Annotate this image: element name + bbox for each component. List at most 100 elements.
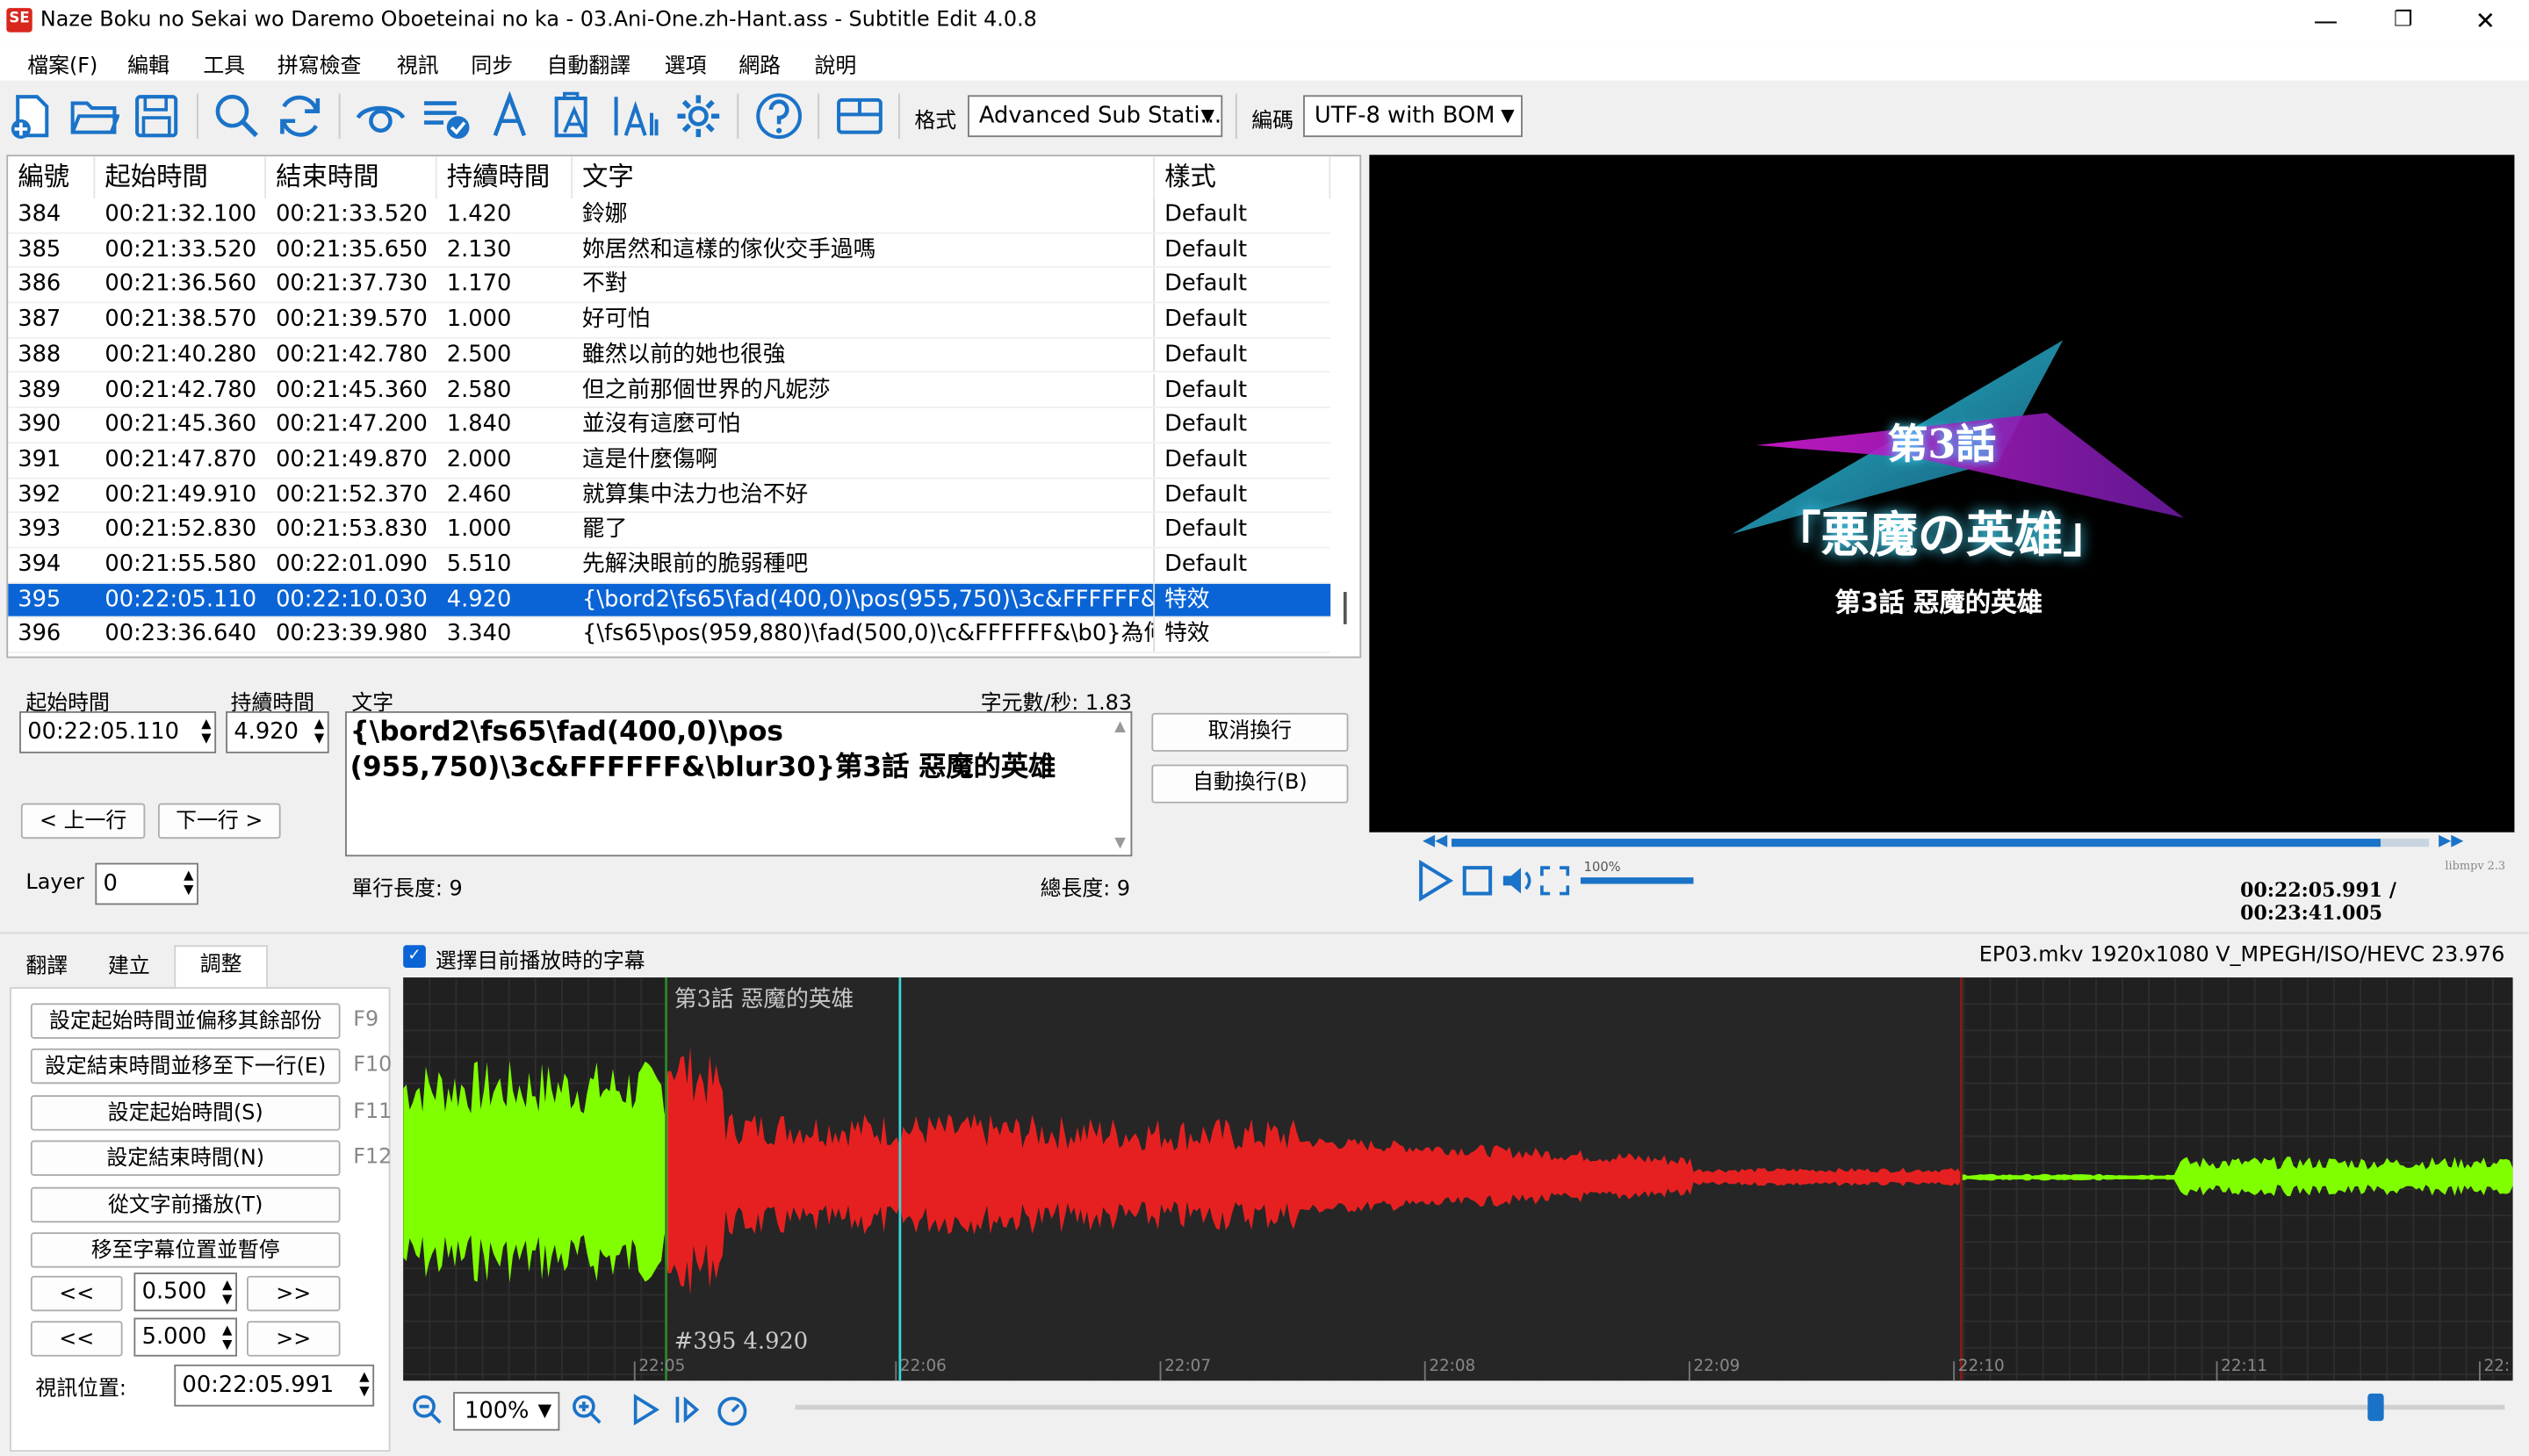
ocr-icon[interactable] (548, 90, 600, 142)
menu-sync[interactable]: 同步 (471, 48, 513, 79)
format-select[interactable]: Advanced Sub Stati... ▼ (968, 95, 1223, 138)
unbreak-button[interactable]: 取消換行 (1151, 712, 1349, 752)
menu-help[interactable]: 說明 (815, 48, 857, 79)
restore-button[interactable]: ❐ (2366, 0, 2439, 42)
table-row[interactable]: 387 00:21:38.570 00:21:39.570 1.000 好可怕 Defau… (8, 303, 1331, 339)
col-header-style[interactable]: 樣式 (1155, 156, 1331, 198)
table-row[interactable]: 385 00:21:33.520 00:21:35.650 2.130 妳居然和這樣的傢… (8, 233, 1331, 269)
fwd-large-button[interactable]: >> (247, 1321, 341, 1357)
fwd-small-button[interactable]: >> (247, 1275, 341, 1312)
volume-slider[interactable] (1580, 877, 1694, 884)
adjust-button-3[interactable]: 設定結束時間(N) (30, 1140, 341, 1177)
adjust-button-1[interactable]: 設定結束時間並移至下一行(E) (30, 1049, 341, 1085)
col-header-duration[interactable]: 持續時間 (436, 156, 573, 198)
start-time-field[interactable]: 00:22:05.110 ▲ ▼ (19, 710, 217, 753)
grid-scrollbar[interactable] (1330, 198, 1360, 657)
scrollbar-thumb[interactable] (1343, 592, 1347, 624)
menu-network[interactable]: 網路 (739, 48, 781, 79)
volume-icon[interactable] (1500, 863, 1535, 898)
spinner-arrows-icon[interactable]: ▲ ▼ (184, 868, 193, 897)
adjust-button-5[interactable]: 移至字幕位置並暫停 (30, 1232, 341, 1268)
menu-edit[interactable]: 編輯 (127, 48, 169, 79)
character-icon[interactable] (484, 90, 536, 142)
table-row[interactable]: 392 00:21:49.910 00:21:52.370 2.460 就算集中法力也治… (8, 478, 1331, 514)
col-header-text[interactable]: 文字 (573, 156, 1156, 198)
find-icon[interactable] (212, 90, 263, 142)
spinner-arrows-icon[interactable]: ▲ ▼ (222, 1323, 232, 1351)
splitter[interactable] (0, 932, 2529, 934)
replace-icon[interactable] (274, 90, 326, 142)
spell-check-icon[interactable] (420, 90, 472, 142)
stop-icon[interactable] (1461, 864, 1494, 897)
table-row[interactable]: 388 00:21:40.280 00:21:42.780 2.500 雖然以前的她也很… (8, 338, 1331, 374)
forward-icon[interactable]: ▶▶ (2439, 833, 2463, 850)
col-header-start[interactable]: 起始時間 (95, 156, 267, 198)
subtitle-grid[interactable]: 編號 起始時間 結束時間 持續時間 文字 樣式 384 00:21:32.100 0… (6, 155, 1362, 659)
save-icon[interactable] (131, 90, 183, 142)
subtitle-text-editor[interactable]: {\bord2\fs65\fad(400,0)\pos (955,750)\3c… (345, 710, 1133, 857)
help-icon[interactable] (753, 90, 805, 142)
auto-break-button[interactable]: 自動換行(B) (1151, 764, 1349, 804)
spinner-arrows-icon[interactable]: ▲ ▼ (201, 716, 211, 745)
minimize-button[interactable]: — (2288, 0, 2362, 42)
step-large-field[interactable]: 5.000 ▲ ▼ (133, 1317, 237, 1357)
rewind-icon[interactable]: ◀◀ (1423, 833, 1447, 850)
checkbox-icon[interactable]: ✓ (403, 945, 426, 969)
waveform-position-slider[interactable] (795, 1404, 2505, 1410)
visual-sync-icon[interactable] (355, 90, 407, 142)
tab-translate[interactable]: 翻譯 (13, 948, 81, 987)
table-row[interactable]: 389 00:21:42.780 00:21:45.360 2.580 但之前那個世界的… (8, 373, 1331, 409)
spinner-arrows-icon[interactable]: ▲ ▼ (359, 1369, 369, 1398)
col-header-number[interactable]: 編號 (8, 156, 96, 198)
audio-waveform[interactable]: 第3話 惡魔的英雄 #395 4.920 22:05 22:06 22:07 22:0… (403, 977, 2513, 1381)
step-small-field[interactable]: 0.500 ▲ ▼ (133, 1272, 237, 1312)
scroll-up-icon[interactable]: ▲ (1114, 719, 1126, 735)
table-row[interactable]: 395 00:22:05.110 00:22:10.030 4.920 {\bord2\… (8, 583, 1331, 619)
spinner-arrows-icon[interactable]: ▲ ▼ (222, 1278, 232, 1307)
adjust-button-2[interactable]: 設定起始時間(S) (30, 1094, 341, 1131)
video-seekbar[interactable] (1452, 839, 2430, 847)
zoom-out-icon[interactable] (411, 1394, 443, 1426)
table-row[interactable]: 384 00:21:32.100 00:21:33.520 1.420 鈴娜 Defaul… (8, 198, 1331, 234)
prev-line-button[interactable]: < 上一行 (20, 803, 146, 840)
adjust-button-0[interactable]: 設定起始時間並偏移其餘部份 (30, 1003, 341, 1039)
menu-autotranslate[interactable]: 自動翻譯 (547, 48, 631, 79)
menu-tools[interactable]: 工具 (203, 48, 245, 79)
table-row[interactable]: 391 00:21:47.870 00:21:49.870 2.000 這是什麼傷啊 De… (8, 443, 1331, 479)
next-line-button[interactable]: 下一行 > (157, 803, 281, 840)
table-row[interactable]: 386 00:21:36.560 00:21:37.730 1.170 不對 Defaul… (8, 268, 1331, 304)
menu-file[interactable]: 檔案(F) (27, 48, 97, 79)
settings-icon[interactable] (673, 90, 724, 142)
table-row[interactable]: 390 00:21:45.360 00:21:47.200 1.840 並沒有這麼可怕 D… (8, 408, 1331, 443)
menu-video[interactable]: 視訊 (397, 48, 439, 79)
back-large-button[interactable]: << (30, 1321, 123, 1357)
play-icon[interactable] (1415, 860, 1457, 902)
table-row[interactable]: 393 00:21:52.830 00:21:53.830 1.000 罷了 Defaul… (8, 513, 1331, 549)
fix-errors-icon[interactable] (609, 90, 661, 142)
table-row[interactable]: 394 00:21:55.580 00:22:01.090 5.510 先解決眼前的脆弱… (8, 548, 1331, 584)
encoding-select[interactable]: UTF-8 with BOM ▼ (1303, 95, 1523, 138)
layout-icon[interactable] (834, 90, 886, 142)
fullscreen-icon[interactable] (1538, 864, 1571, 897)
close-button[interactable]: ✕ (2448, 0, 2522, 42)
layer-field[interactable]: 0 ▲ ▼ (95, 862, 198, 905)
tab-create[interactable]: 建立 (94, 948, 165, 987)
spinner-arrows-icon[interactable]: ▲ ▼ (314, 716, 324, 745)
new-file-icon[interactable] (5, 90, 57, 142)
menu-spellcheck[interactable]: 拼寫檢查 (277, 48, 362, 79)
table-row[interactable]: 396 00:23:36.640 00:23:39.980 3.340 {\fs65\p… (8, 618, 1331, 654)
play-selection-icon[interactable] (629, 1394, 661, 1426)
duration-field[interactable]: 4.920 ▲ ▼ (226, 710, 329, 753)
speed-icon[interactable] (715, 1392, 750, 1427)
back-small-button[interactable]: << (30, 1275, 123, 1312)
video-player[interactable]: 第3話 「悪魔の英雄」 第3話 惡魔的英雄 (1369, 155, 2515, 833)
adjust-button-4[interactable]: 從文字前播放(T) (30, 1186, 341, 1222)
zoom-select[interactable]: 100% ▼ (453, 1392, 560, 1431)
tab-adjust[interactable]: 調整 (174, 945, 268, 991)
waveform-slider-thumb[interactable] (2367, 1393, 2384, 1422)
open-folder-icon[interactable] (68, 90, 119, 142)
video-position-field[interactable]: 00:22:05.991 ▲ ▼ (174, 1364, 375, 1407)
col-header-end[interactable]: 結束時間 (266, 156, 437, 198)
scroll-down-icon[interactable]: ▼ (1114, 835, 1126, 851)
zoom-in-icon[interactable] (571, 1394, 603, 1426)
